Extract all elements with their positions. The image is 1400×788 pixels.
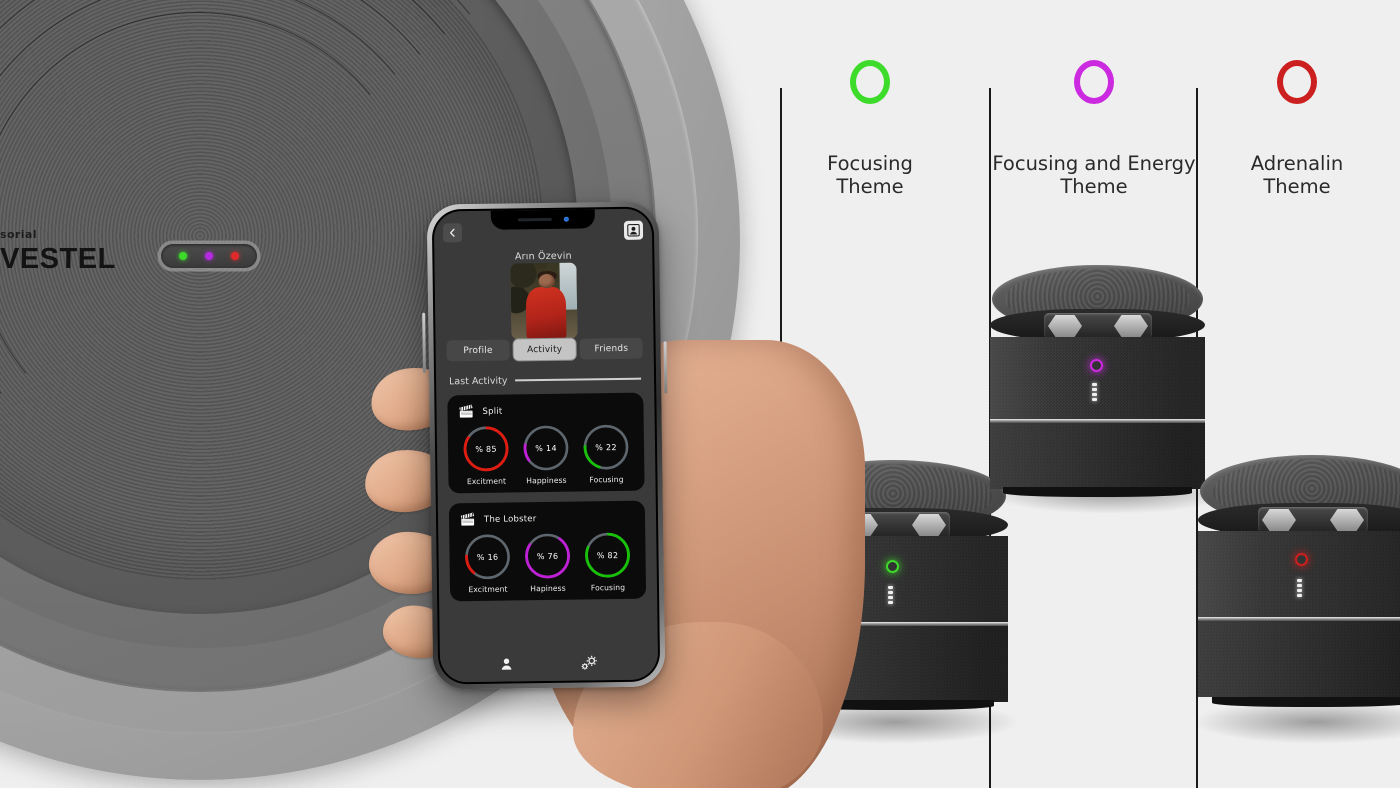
metric-happiness: % 14 Happiness (517, 423, 576, 486)
speaker-connector-2 (1044, 313, 1152, 339)
tab-profile[interactable]: Profile (446, 339, 510, 362)
metric-group: % 85 Excitment % 14 Happiness % 22 Focus… (456, 422, 637, 487)
section-title: Last Activity (449, 375, 508, 387)
theme-label-adrenalin: Adrenalin Theme (1250, 152, 1344, 198)
clapperboard-icon (458, 404, 475, 419)
tab-friends-label: Friends (594, 343, 629, 354)
metric-value: % 76 (536, 551, 559, 561)
gauge-excitment: % 16 (462, 531, 513, 582)
metric-focusing: % 82 Focusing (578, 530, 637, 593)
speaker-led-ring-focusing (886, 560, 899, 573)
activity-card[interactable]: The Lobster % 16 Excitment % 76 Hapiness… (448, 500, 647, 602)
speaker-led-ring-adrenalin (1295, 553, 1308, 566)
speaker-base-2 (990, 423, 1205, 489)
back-button[interactable] (442, 222, 463, 242)
activity-list: Split % 85 Excitment % 14 Happiness % 22… (447, 392, 647, 612)
speaker-mesh-upper-2 (990, 337, 1205, 419)
activity-card-header: The Lobster (457, 510, 637, 528)
led-indicator-green (179, 252, 187, 260)
brand-sub-label: sorial (0, 228, 37, 241)
speaker-led-ring-focusing-energy (1090, 359, 1103, 372)
earpiece-speaker (517, 217, 552, 222)
metric-focusing: % 22 Focusing (577, 422, 636, 485)
connector-hex-right-1 (912, 514, 946, 536)
phone-notch (490, 209, 595, 230)
metric-group: % 16 Excitment % 76 Hapiness % 82 Focusi… (457, 530, 638, 595)
metric-value: % 22 (595, 442, 617, 452)
gears-icon (581, 655, 597, 670)
profile-name: Arın Özevin (514, 250, 572, 263)
speaker-foot-3 (1211, 697, 1400, 707)
tab-activity[interactable]: Activity (513, 338, 577, 361)
metric-label: Focusing (590, 582, 626, 593)
phone-bezel: Arın Özevin Profile Activity Friends Las… (431, 206, 661, 685)
gauge-happiness: % 14 (521, 423, 572, 474)
avatar[interactable] (510, 262, 578, 340)
theme-ring-icon-focusing-energy (1074, 60, 1114, 104)
gauge-focusing: % 22 (581, 422, 632, 473)
led-indicator-red (231, 252, 239, 260)
connector-hex-right-2 (1114, 315, 1148, 337)
front-camera-icon (563, 216, 569, 222)
tab-friends[interactable]: Friends (579, 337, 643, 360)
speaker-mesh-upper-3 (1198, 531, 1400, 617)
person-icon (501, 658, 512, 670)
speaker-foot-2 (1002, 487, 1193, 497)
tab-bar: Profile Activity Friends (446, 337, 643, 362)
brand-plate: sorial VESTEL (0, 228, 116, 276)
brand-name: VESTEL (0, 243, 116, 275)
gauge-focusing: % 82 (582, 530, 633, 581)
section-rule (515, 378, 642, 382)
theme-ring-icon-adrenalin (1277, 60, 1317, 104)
speaker-status-dots-2 (1092, 383, 1097, 401)
speaker-product-adrenalin (1198, 455, 1400, 707)
speaker-connector-3 (1258, 507, 1368, 533)
profile-card-button[interactable] (623, 220, 644, 240)
theme-column-adrenalin[interactable]: Adrenalin Theme (1147, 60, 1400, 198)
clapperboard-icon (460, 512, 477, 527)
connector-hex-right-3 (1330, 509, 1364, 531)
activity-card[interactable]: Split % 85 Excitment % 14 Happiness % 22… (447, 392, 645, 494)
nav-profile-button[interactable] (499, 656, 514, 671)
avatar-shirt (525, 286, 567, 340)
section-header-last-activity: Last Activity (449, 372, 642, 389)
metric-label: Hapiness (530, 583, 566, 594)
theme-ring-icon-focusing (850, 60, 890, 104)
nav-settings-button[interactable] (580, 654, 599, 671)
metric-hapiness: % 76 Hapiness (518, 531, 577, 594)
metric-value: % 14 (535, 443, 557, 453)
speaker-status-dots-1 (888, 586, 893, 604)
hero-led-control-strip[interactable] (160, 243, 258, 269)
contact-card-icon (627, 223, 640, 237)
tab-profile-label: Profile (463, 345, 493, 356)
bottom-navigation-bar (439, 643, 659, 683)
metric-value: % 85 (475, 444, 497, 454)
metric-label: Excitment (466, 476, 507, 487)
metric-label: Focusing (589, 474, 624, 485)
led-indicator-purple (205, 252, 213, 260)
metric-label: Happiness (526, 475, 567, 486)
metric-value: % 16 (476, 552, 499, 562)
avatar-face (538, 273, 556, 289)
speaker-status-dots-3 (1297, 579, 1302, 597)
tab-activity-label: Activity (526, 344, 563, 355)
activity-card-header: Split (455, 402, 635, 420)
connector-hex-left-2 (1048, 315, 1082, 337)
gauge-excitment: % 85 (461, 423, 512, 474)
activity-title: Split (482, 406, 503, 417)
metric-excitment: % 16 Excitment (458, 531, 517, 594)
speaker-product-focusing-energy (990, 265, 1205, 497)
metric-value: % 82 (596, 550, 619, 560)
metric-label: Excitment (468, 584, 508, 595)
connector-hex-left-3 (1262, 509, 1296, 531)
phone-screen: Arın Özevin Profile Activity Friends Las… (433, 208, 659, 683)
chevron-left-icon (450, 228, 455, 237)
screenshot-canvas: sorial VESTEL Focusing Theme Focusing an… (0, 0, 1400, 788)
smartphone-device: Arın Özevin Profile Activity Friends Las… (422, 201, 668, 690)
gauge-hapiness: % 76 (522, 531, 573, 582)
metric-excitment: % 85 Excitment (457, 423, 516, 486)
activity-title: The Lobster (483, 513, 537, 525)
speaker-base-3 (1198, 621, 1400, 697)
